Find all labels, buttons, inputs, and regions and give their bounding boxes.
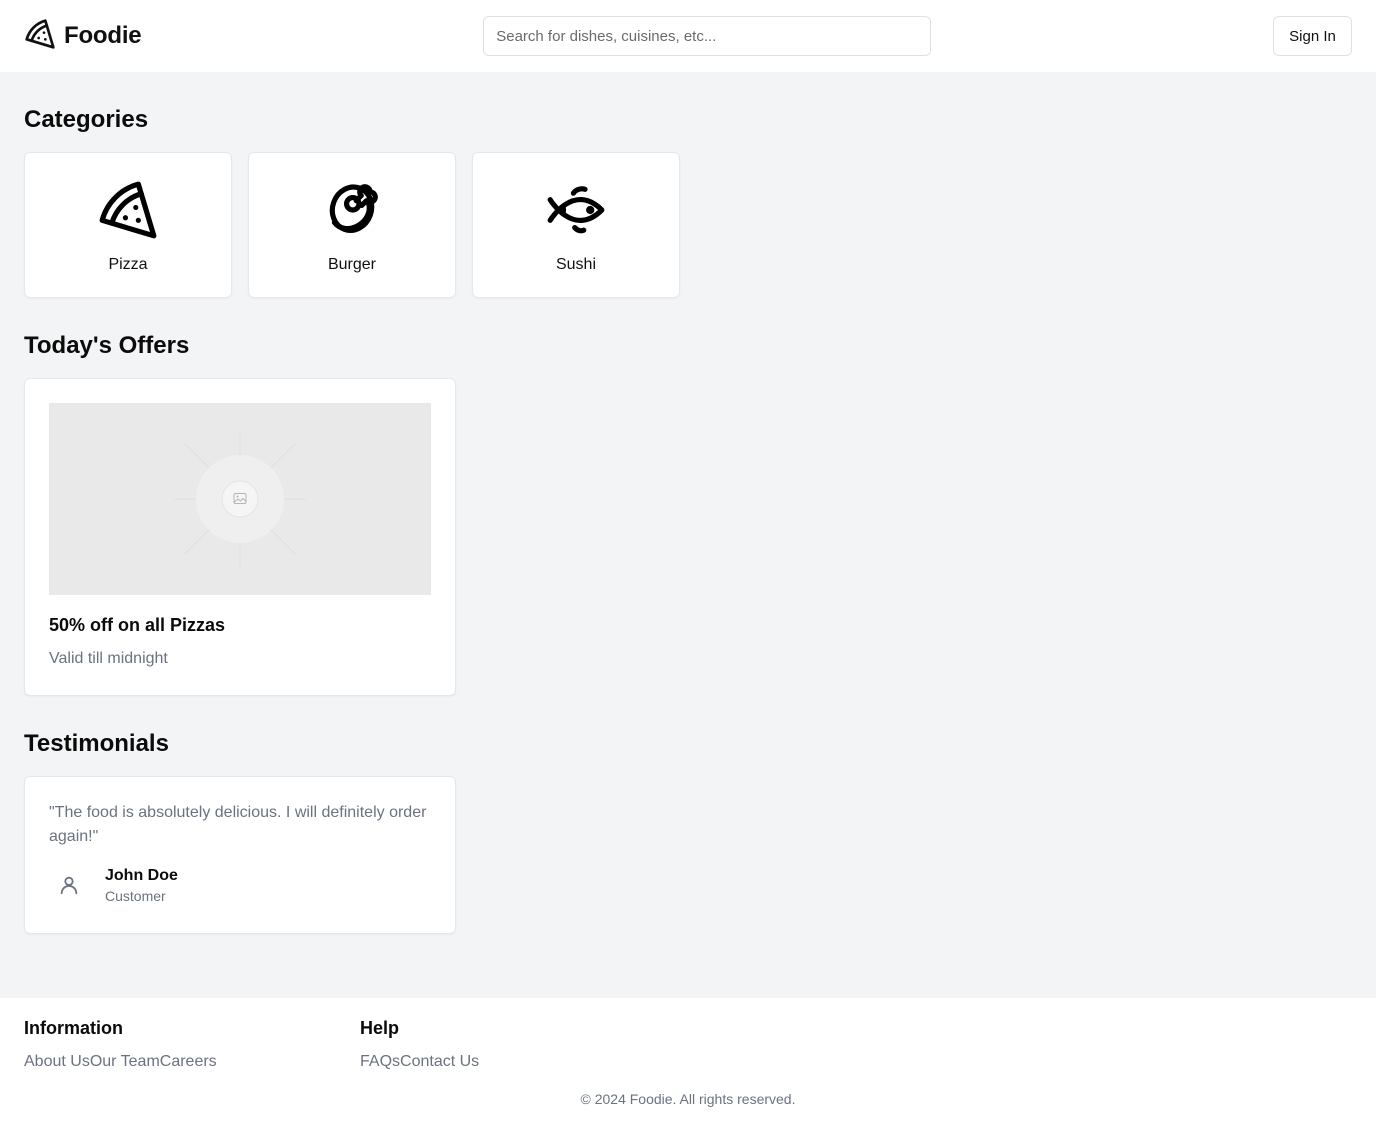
offer-card[interactable]: 50% off on all Pizzas Valid till midnigh…: [24, 378, 456, 696]
footer-link-careers[interactable]: Careers: [160, 1053, 217, 1070]
copyright: © 2024 Foodie. All rights reserved.: [580, 1091, 796, 1107]
category-card-burger[interactable]: Burger: [248, 152, 456, 298]
user-icon: [49, 865, 89, 905]
footer-information-links: About UsOur TeamCareers: [24, 1053, 217, 1071]
footer-link-our-team[interactable]: Our Team: [90, 1053, 160, 1070]
testimonial-quote: "The food is absolutely delicious. I wil…: [49, 804, 427, 845]
category-card-pizza[interactable]: Pizza: [24, 152, 232, 298]
offers-title: Today's Offers: [24, 332, 190, 359]
author-role: Customer: [105, 887, 166, 904]
footer-help: Help FAQsContact Us: [360, 1018, 479, 1071]
testimonial-author: John Doe Customer: [49, 865, 431, 905]
offer-subtitle: Valid till midnight: [49, 650, 168, 667]
footer-link-faqs[interactable]: FAQs: [360, 1053, 400, 1070]
author-name: John Doe: [105, 866, 178, 884]
testimonials-title: Testimonials: [24, 730, 169, 757]
fish-icon: [545, 179, 607, 246]
categories-list: Pizza Burger Sushi: [24, 152, 680, 298]
category-card-sushi[interactable]: Sushi: [472, 152, 680, 298]
sign-in-button[interactable]: Sign In: [1273, 16, 1352, 56]
image-placeholder-icon: [174, 433, 306, 565]
pizza-logo-icon: [24, 18, 56, 55]
brand[interactable]: Foodie: [24, 18, 142, 55]
offer-title: 50% off on all Pizzas: [49, 615, 226, 635]
site-footer: Information About UsOur TeamCareers Help…: [0, 998, 1376, 1126]
category-label: Sushi: [555, 256, 597, 273]
site-header: Foodie Sign In: [0, 0, 1376, 72]
pizza-icon: [97, 179, 159, 246]
footer-help-title: Help: [360, 1018, 400, 1038]
offer-image: [49, 403, 431, 595]
footer-information: Information About UsOur TeamCareers: [24, 1018, 217, 1071]
footer-help-links: FAQsContact Us: [360, 1053, 479, 1071]
footer-information-title: Information: [24, 1018, 123, 1038]
category-label: Burger: [327, 256, 377, 273]
brand-name: Foodie: [64, 22, 142, 49]
testimonial-card: "The food is absolutely delicious. I wil…: [24, 776, 456, 934]
footer-link-about-us[interactable]: About Us: [24, 1053, 90, 1070]
categories-title: Categories: [24, 106, 149, 133]
category-label: Pizza: [108, 256, 148, 273]
meat-icon: [321, 179, 383, 246]
search-input[interactable]: [483, 16, 932, 56]
footer-link-contact-us[interactable]: Contact Us: [400, 1053, 479, 1070]
